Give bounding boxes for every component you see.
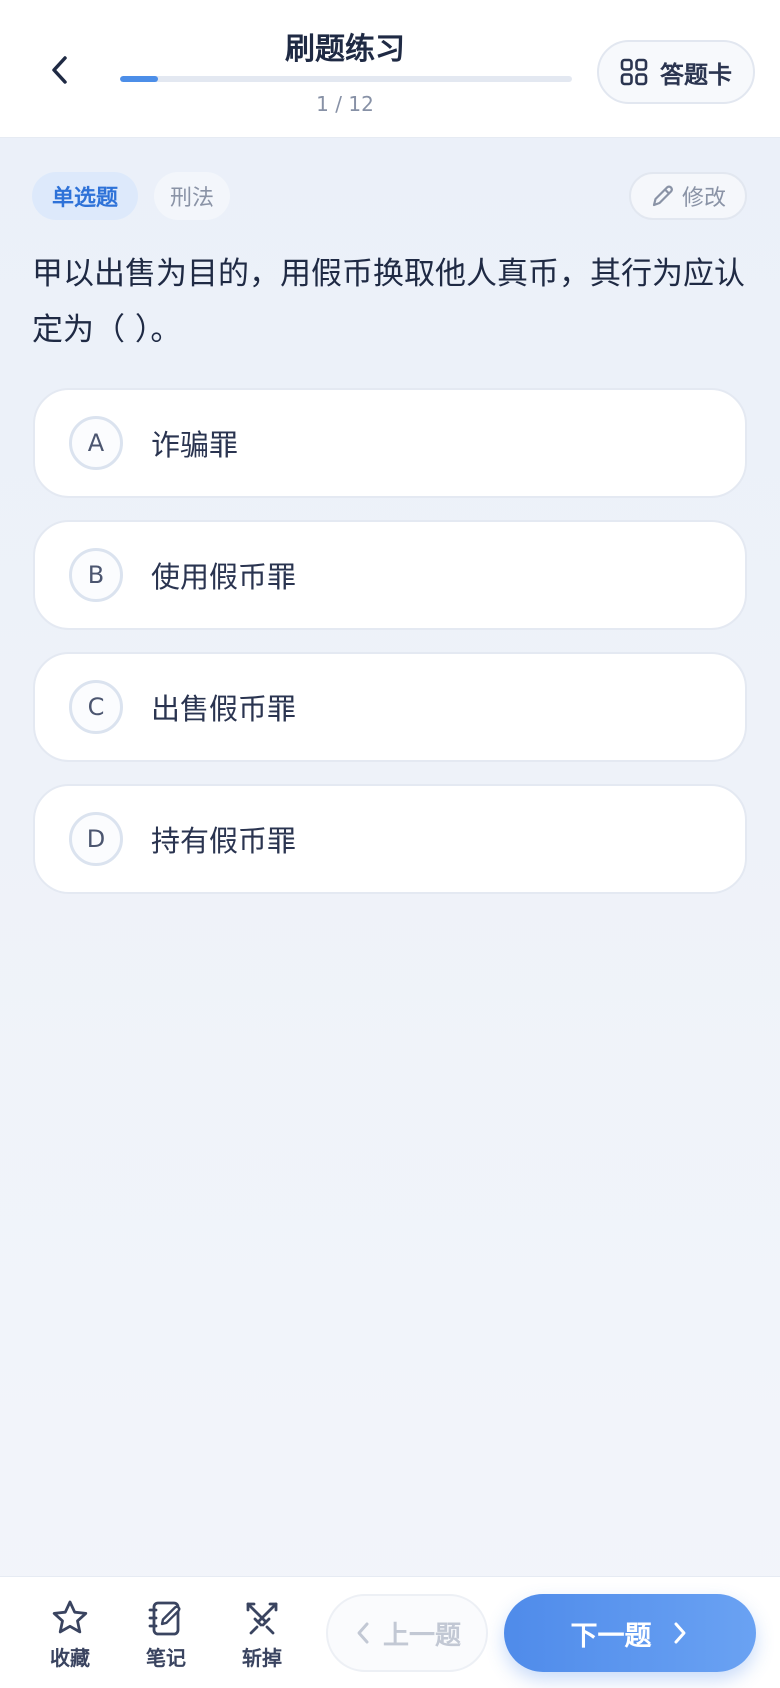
pencil-icon	[652, 185, 673, 207]
notes-label: 笔记	[146, 1646, 186, 1670]
chevron-right-icon	[674, 1622, 685, 1644]
grid-icon	[620, 58, 648, 86]
option-c[interactable]: C 出售假币罪	[33, 652, 747, 762]
option-text: 使用假币罪	[151, 560, 297, 594]
question-type-tag: 单选题	[32, 172, 138, 220]
edit-button[interactable]: 修改	[629, 172, 747, 220]
notes-button[interactable]: 笔记	[126, 1598, 206, 1674]
favorite-button[interactable]: 收藏	[30, 1598, 110, 1674]
question-text: 甲以出售为目的，用假币换取他人真币，其行为应认定为（ ）。	[32, 256, 745, 348]
page-title: 刷题练习	[285, 32, 405, 67]
favorite-label: 收藏	[50, 1646, 90, 1670]
subject-tag: 刑法	[154, 172, 230, 220]
chevron-left-icon	[357, 1622, 369, 1644]
notebook-icon	[148, 1601, 181, 1636]
option-d[interactable]: D 持有假币罪	[33, 784, 747, 894]
progress-counter: 1 / 12	[316, 92, 374, 116]
next-question-button[interactable]: 下一题	[504, 1594, 756, 1672]
swords-icon	[246, 1602, 278, 1635]
answer-card-label: 答题卡	[660, 60, 732, 89]
progress-fill	[120, 76, 158, 82]
option-text: 持有假币罪	[151, 824, 297, 858]
remove-button[interactable]: 斩掉	[222, 1598, 302, 1674]
previous-question-button[interactable]: 上一题	[326, 1594, 488, 1672]
progress-bar	[120, 76, 572, 82]
option-letter: D	[69, 812, 123, 866]
star-icon	[52, 1600, 88, 1634]
header-bar: 刷题练习 1 / 12 答题卡	[0, 0, 780, 138]
remove-label: 斩掉	[242, 1646, 282, 1670]
option-letter: A	[69, 416, 123, 470]
previous-label: 上一题	[382, 1620, 461, 1651]
option-letter: C	[69, 680, 123, 734]
answer-card-button[interactable]: 答题卡	[597, 40, 755, 104]
option-a[interactable]: A 诈骗罪	[33, 388, 747, 498]
next-label: 下一题	[570, 1620, 652, 1652]
option-text: 出售假币罪	[151, 692, 297, 726]
edit-label: 修改	[681, 186, 726, 211]
option-letter: B	[69, 548, 123, 602]
option-b[interactable]: B 使用假币罪	[33, 520, 747, 630]
option-text: 诈骗罪	[151, 428, 239, 462]
